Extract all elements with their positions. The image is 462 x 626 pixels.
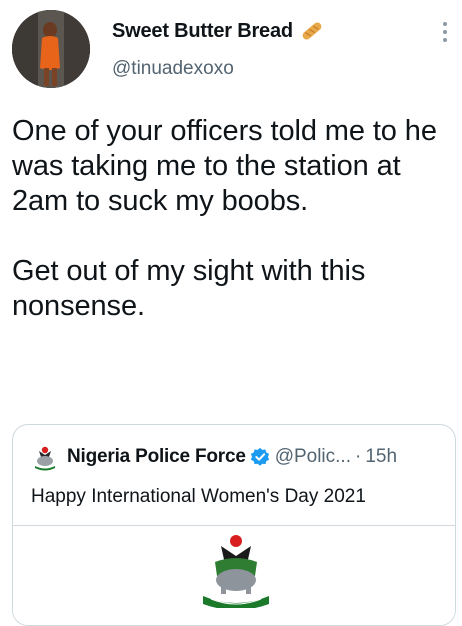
- quoted-tweet-card[interactable]: Nigeria Police Force @Polic... · 15h Hap…: [12, 424, 456, 626]
- police-logo-icon: [35, 446, 55, 471]
- header-separator: ·: [355, 446, 362, 467]
- quoted-author-name[interactable]: Nigeria Police Force: [67, 446, 246, 468]
- quoted-author-handle[interactable]: @Polic...: [275, 446, 351, 468]
- baguette-emoji-icon: [302, 22, 322, 40]
- quoted-tweet-media[interactable]: [13, 525, 455, 625]
- more-vertical-icon[interactable]: [442, 22, 448, 42]
- police-crest-icon: [203, 535, 269, 608]
- author-avatar[interactable]: [12, 10, 90, 88]
- avatar-photo: [12, 10, 90, 88]
- quoted-tweet-time[interactable]: 15h: [365, 446, 397, 468]
- tweet-text: One of your officers told me to he was t…: [12, 115, 437, 322]
- quoted-tweet-header: Nigeria Police Force @Polic... · 15h: [31, 443, 397, 471]
- author-display-name[interactable]: Sweet Butter Bread: [112, 20, 293, 43]
- author-name-row[interactable]: Sweet Butter Bread: [112, 18, 325, 44]
- quoted-tweet-text: Happy International Women's Day 2021: [31, 486, 366, 507]
- author-handle[interactable]: @tinuadexoxo: [112, 58, 234, 80]
- verified-badge-icon: [250, 447, 269, 466]
